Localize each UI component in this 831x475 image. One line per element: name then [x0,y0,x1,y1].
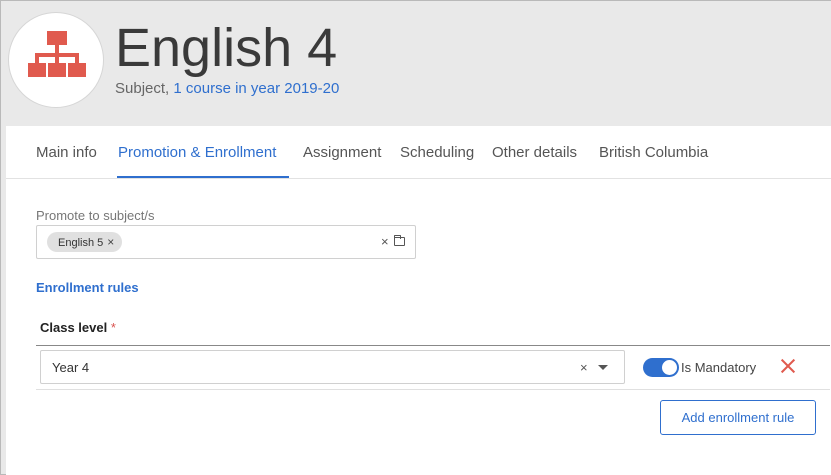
page-header: English 4 Subject, 1 course in year 2019… [1,1,831,126]
class-level-select[interactable]: Year 4 × [40,350,625,384]
tab-scheduling[interactable]: Scheduling [400,144,474,162]
add-enrollment-rule-button[interactable]: Add enrollment rule [660,400,816,435]
app-window: English 4 Subject, 1 course in year 2019… [0,0,831,475]
class-level-value: Year 4 [52,360,90,375]
chevron-down-icon[interactable] [598,365,608,370]
tab-main-info[interactable]: Main info [36,144,97,162]
tab-bar: Main info Promotion & Enrollment Assignm… [6,126,831,179]
avatar [8,12,104,108]
chip-label: English 5 [58,237,104,249]
chip-remove-icon[interactable]: × [107,235,114,249]
page-subtitle: Subject, 1 course in year 2019-20 [115,80,339,97]
header-divider [36,345,830,346]
required-mark: * [110,320,116,335]
mandatory-toggle[interactable] [643,358,679,377]
toggle-knob [662,360,677,375]
delete-rule-icon[interactable] [780,358,796,374]
hierarchy-icon [28,31,86,77]
content-card: Main info Promotion & Enrollment Assignm… [6,126,831,475]
courses-link[interactable]: 1 course in year 2019-20 [173,80,339,97]
class-level-header: Class level * [40,320,116,335]
tab-promotion-enrollment[interactable]: Promotion & Enrollment [118,144,276,162]
subject-chip: English 5 × [47,232,123,252]
mandatory-label: Is Mandatory [681,360,757,375]
page-title: English 4 [115,18,338,78]
row-divider [36,389,830,390]
enrollment-rules-heading: Enrollment rules [36,280,139,295]
subtitle-prefix: Subject, [115,80,174,97]
folder-icon[interactable] [394,235,405,246]
tab-assignment[interactable]: Assignment [303,144,381,162]
tab-other-details[interactable]: Other details [492,144,577,162]
clear-icon[interactable]: × [580,360,588,375]
tab-british-columbia[interactable]: British Columbia [599,144,708,162]
clear-icon[interactable]: × [381,234,389,249]
class-level-label: Class level [40,320,108,335]
promote-subjects-input[interactable]: English 5 × × [36,225,416,259]
active-tab-indicator [117,176,289,178]
promote-label: Promote to subject/s [36,208,155,223]
